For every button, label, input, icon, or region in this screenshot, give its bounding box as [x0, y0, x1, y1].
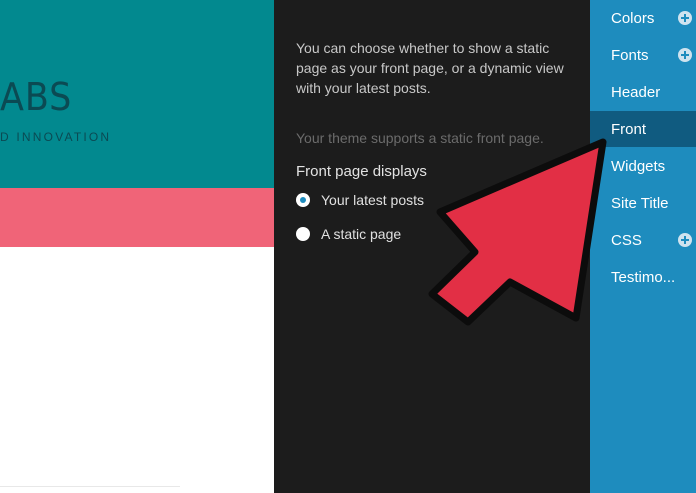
- menu-item-label: Testimo...: [611, 268, 676, 286]
- menu-item-label: Header: [611, 83, 661, 101]
- customizer-menu: Colors Fonts Header Front Widgets Site T…: [590, 0, 696, 493]
- expand-plus-icon[interactable]: [678, 11, 692, 25]
- menu-item-front[interactable]: Front: [590, 111, 696, 147]
- hero-section: ABS D INNOVATION: [0, 0, 274, 188]
- customizer-panel: You can choose whether to show a static …: [274, 0, 590, 493]
- menu-item-label: Widgets: [611, 157, 666, 175]
- expand-plus-icon[interactable]: [678, 48, 692, 62]
- menu-item-label: Front: [611, 120, 647, 138]
- menu-item-label: Site Title: [611, 194, 669, 212]
- menu-item-fonts[interactable]: Fonts: [590, 37, 696, 73]
- menu-item-colors[interactable]: Colors: [590, 0, 696, 36]
- menu-item-label: Colors: [611, 9, 655, 27]
- radio-latest-posts[interactable]: [296, 193, 310, 207]
- menu-item-testimonials[interactable]: Testimo...: [590, 259, 696, 295]
- option-static-page-label[interactable]: A static page: [321, 226, 401, 242]
- static-front-page-hint: Your theme supports a static front page.: [296, 130, 544, 146]
- menu-item-header[interactable]: Header: [590, 74, 696, 110]
- expand-plus-icon[interactable]: [678, 233, 692, 247]
- option-latest-posts[interactable]: Your latest posts: [296, 192, 424, 208]
- front-page-description: You can choose whether to show a static …: [296, 40, 564, 96]
- site-tagline: D INNOVATION: [0, 130, 112, 144]
- site-brand: ABS: [0, 75, 73, 119]
- site-preview: ABS D INNOVATION: [0, 0, 274, 493]
- accent-band: [0, 188, 274, 247]
- option-latest-posts-label[interactable]: Your latest posts: [321, 192, 424, 208]
- radio-static-page[interactable]: [296, 227, 310, 241]
- menu-item-widgets[interactable]: Widgets: [590, 148, 696, 184]
- preview-divider: [0, 486, 180, 487]
- front-page-displays-label: Front page displays: [296, 163, 427, 180]
- menu-item-label: Fonts: [611, 46, 649, 64]
- menu-item-css[interactable]: CSS: [590, 222, 696, 258]
- menu-item-label: CSS: [611, 231, 642, 249]
- menu-item-site-title[interactable]: Site Title: [590, 185, 696, 221]
- option-static-page[interactable]: A static page: [296, 226, 401, 242]
